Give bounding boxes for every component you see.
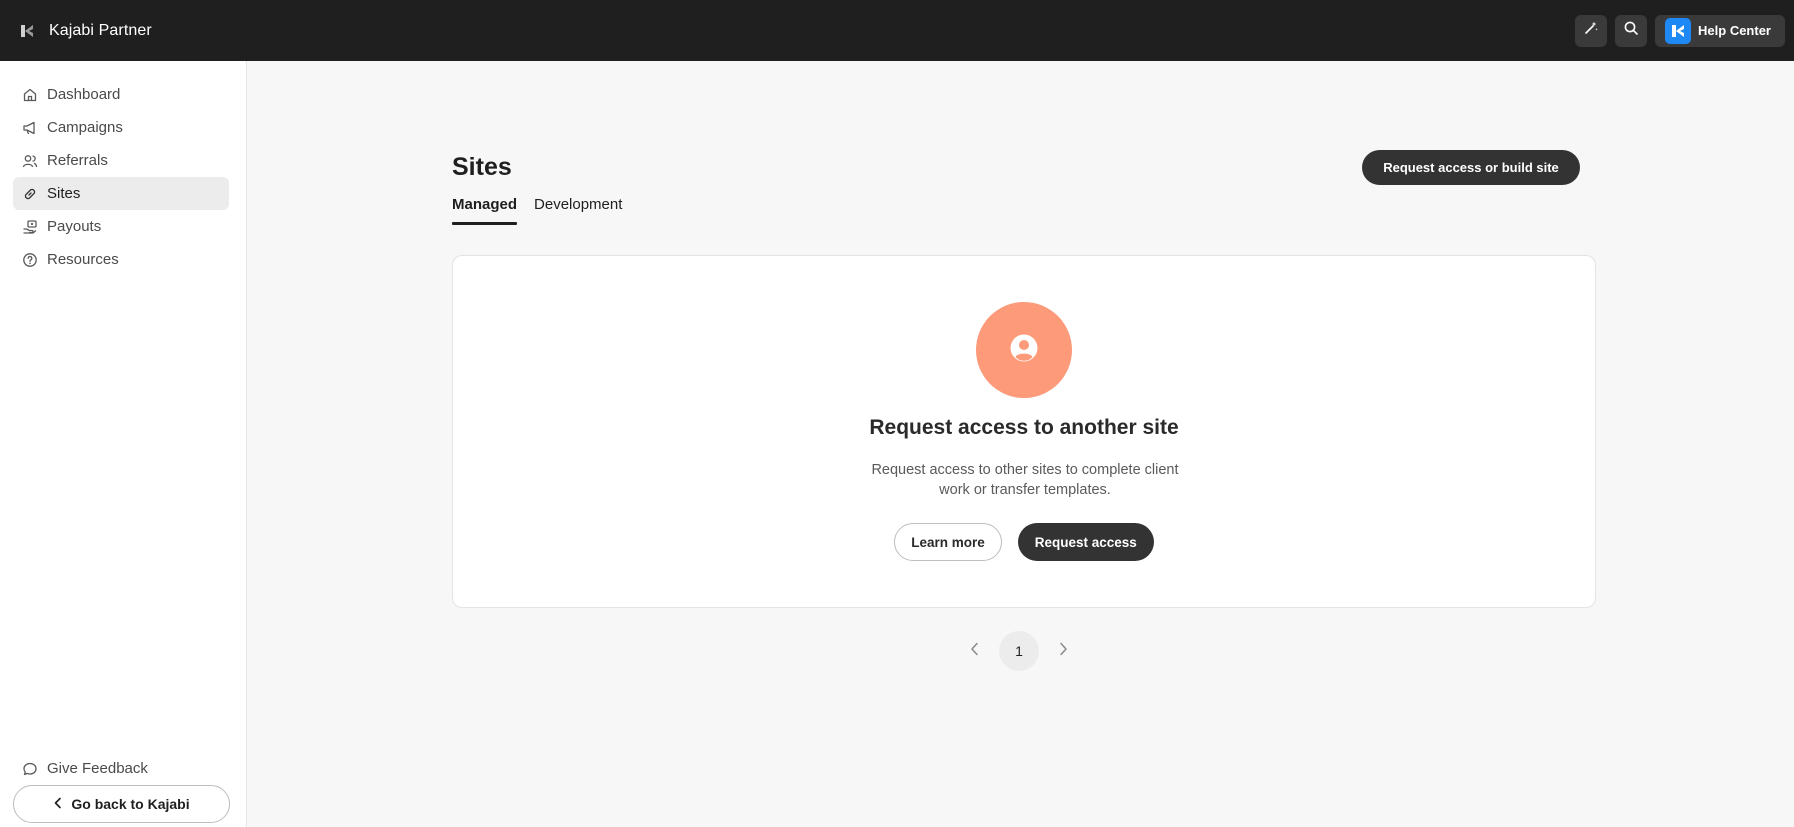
chevron-left-icon [970,642,980,661]
chevron-right-icon [1058,642,1068,661]
sidebar-item-resources[interactable]: Resources [13,243,229,276]
link-icon [22,186,38,202]
sidebar: Dashboard Campaigns Referrals Sites Payo… [0,61,247,827]
search-button[interactable] [1615,14,1648,47]
kajabi-logo-icon[interactable] [20,24,34,38]
give-feedback-label: Give Feedback [47,760,148,777]
empty-state-title: Request access to another site [869,416,1179,439]
go-back-button[interactable]: Go back to Kajabi [13,785,230,823]
sidebar-item-label: Payouts [47,218,102,235]
chat-bubble-icon [22,761,38,777]
sidebar-item-label: Resources [47,251,119,268]
sidebar-item-referrals[interactable]: Referrals [13,144,229,177]
request-access-button[interactable]: Request access [1017,523,1154,561]
empty-state-illustration [976,302,1072,398]
question-circle-icon [22,252,38,268]
magic-wand-button[interactable] [1575,14,1608,47]
empty-state-card: Request access to another site Request a… [452,255,1596,608]
give-feedback-link[interactable]: Give Feedback [13,752,230,785]
sidebar-item-payouts[interactable]: Payouts [13,210,229,243]
search-icon [1623,20,1639,41]
sidebar-item-campaigns[interactable]: Campaigns [13,111,229,144]
brand-name[interactable]: Kajabi Partner [49,22,152,40]
user-circle-icon [1009,333,1039,368]
top-bar: Kajabi Partner Help Center [0,0,1794,61]
top-bar-actions: Help Center [1575,14,1785,47]
next-page-button[interactable] [1051,639,1075,663]
tab-managed[interactable]: Managed [452,194,518,230]
help-center-button[interactable]: Help Center [1655,14,1785,47]
sidebar-nav: Dashboard Campaigns Referrals Sites Payo… [0,61,246,276]
help-center-label: Help Center [1698,23,1771,38]
go-back-label: Go back to Kajabi [71,796,190,812]
sidebar-item-label: Campaigns [47,119,123,136]
tabs: Managed Development [452,194,622,230]
magic-wand-icon [1583,20,1599,41]
tab-development[interactable]: Development [534,194,622,230]
sidebar-item-label: Referrals [47,152,108,169]
request-access-or-build-site-button[interactable]: Request access or build site [1362,150,1580,185]
payout-icon [22,219,38,235]
empty-state-description: Request access to other sites to complet… [871,462,1179,498]
page-title: Sites [452,153,512,181]
chevron-left-icon [53,796,63,812]
sidebar-item-dashboard[interactable]: Dashboard [13,78,229,111]
pagination: 1 [963,631,1075,671]
home-icon [22,87,38,103]
page-number-button[interactable]: 1 [999,631,1039,671]
learn-more-button[interactable]: Learn more [894,523,1002,561]
sidebar-item-sites[interactable]: Sites [13,177,229,210]
previous-page-button[interactable] [963,639,987,663]
kajabi-logo-icon [1665,17,1692,44]
sidebar-item-label: Sites [47,185,81,202]
empty-state-actions: Learn more Request access [453,523,1595,561]
sidebar-item-label: Dashboard [47,86,121,103]
megaphone-icon [22,120,38,136]
users-icon [22,153,38,169]
